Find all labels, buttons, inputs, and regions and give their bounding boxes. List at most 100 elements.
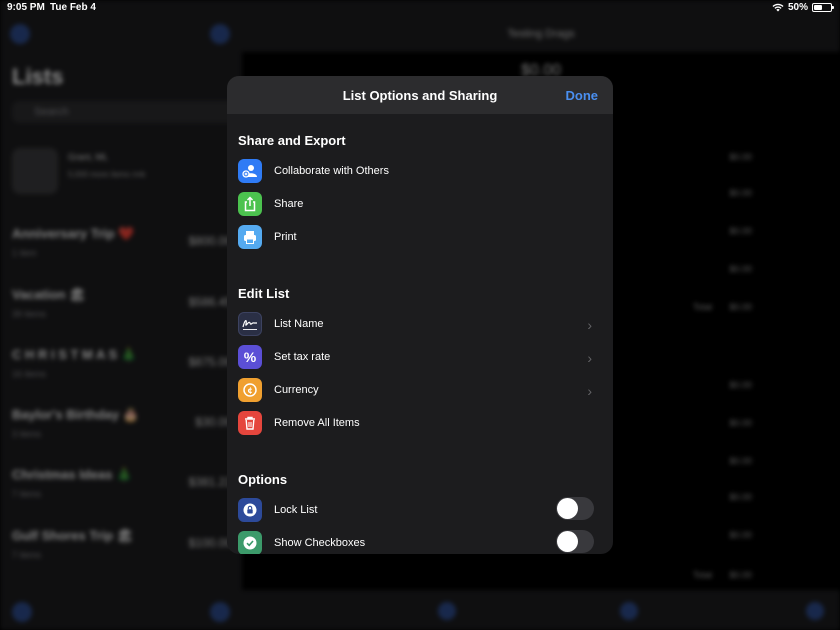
list-amount: $586.45 (188, 295, 232, 309)
toolbar-icon[interactable] (438, 602, 456, 620)
list-item[interactable]: Baylor's Birthday 🎂 3 items $30.00 (12, 405, 238, 455)
sidebar-search-input[interactable]: Search (12, 101, 236, 123)
wifi-icon (772, 3, 784, 12)
chevron-right-icon: › (587, 383, 592, 399)
section-edit-title: Edit List (238, 286, 290, 301)
checkmark-icon (238, 531, 262, 554)
status-time: 9:05 PM (7, 2, 45, 13)
chevron-right-icon: › (587, 350, 592, 366)
share-row[interactable]: Share (238, 191, 603, 217)
status-date: Tue Feb 4 (50, 2, 96, 13)
detail-bottom-bar (242, 590, 840, 630)
sidebar: Lists Search Grant, ML 5,000 more items … (0, 0, 242, 630)
list-count: 16 items (12, 369, 47, 379)
list-options-modal: List Options and Sharing Done Share and … (227, 76, 613, 554)
modal-header: List Options and Sharing Done (227, 76, 613, 114)
list-name: Anniversary Trip ❤️ (12, 226, 135, 241)
item-price: $0.00 (729, 418, 752, 428)
chevron-right-icon: › (587, 317, 592, 333)
item-price: $0.00 (729, 152, 752, 162)
list-count: 7 items (12, 550, 42, 560)
list-name-row[interactable]: List Name › (238, 311, 603, 337)
more-icon[interactable] (210, 24, 230, 44)
status-right: 50% (772, 2, 834, 13)
total-label: Total (692, 302, 712, 312)
item-price: $0.00 (729, 380, 752, 390)
list-count: 7 items (12, 489, 42, 499)
total-price: $0.00 (729, 302, 752, 312)
sort-icon[interactable] (12, 602, 32, 622)
currency-label: Currency (274, 384, 319, 396)
sidebar-title: Lists (12, 64, 64, 89)
battery-icon (812, 3, 834, 12)
add-list-icon[interactable] (210, 602, 230, 622)
modal-title: List Options and Sharing (342, 88, 498, 103)
profile-subtitle: 5,000 more items rmk (68, 170, 146, 179)
people-icon (238, 159, 262, 183)
lock-list-label: Lock List (274, 504, 318, 516)
percent-icon: % (238, 345, 262, 369)
collaborate-label: Collaborate with Others (274, 165, 389, 177)
profile-card[interactable]: Grant, ML 5,000 more items rmk (12, 148, 236, 200)
section-share-title: Share and Export (238, 133, 346, 148)
detail-title: Testing Drags (507, 28, 575, 40)
item-price: $0.00 (729, 264, 752, 274)
print-row[interactable]: Print (238, 224, 603, 250)
total-price: $0.00 (729, 570, 752, 580)
list-amount: $100.00 (188, 536, 232, 550)
remove-all-label: Remove All Items (274, 417, 360, 429)
share-label: Share (274, 198, 304, 210)
list-item[interactable]: C H R I S T M A S 🎄 16 items $875.00 (12, 345, 238, 395)
settings-icon[interactable] (10, 24, 30, 44)
remove-all-row[interactable]: Remove All Items (238, 410, 603, 436)
toolbar-icon[interactable] (806, 602, 824, 620)
list-name: C H R I S T M A S 🎄 (12, 347, 138, 362)
show-checkboxes-toggle[interactable] (556, 530, 594, 553)
list-name: Baylor's Birthday 🎂 (12, 407, 139, 422)
total-label: Total (692, 570, 712, 580)
currency-row[interactable]: ¢ Currency › (238, 377, 603, 403)
list-item[interactable]: Gulf Shores Trip 🏖 7 items $100.00 (12, 526, 238, 576)
list-item[interactable]: Anniversary Trip ❤️ 1 item $800.00 (12, 224, 238, 274)
signature-icon (238, 312, 262, 336)
status-bar: 9:05 PM Tue Feb 4 50% (0, 0, 840, 16)
tax-rate-row[interactable]: % Set tax rate › (238, 344, 603, 370)
list-amount: $800.00 (188, 234, 232, 248)
show-checkboxes-label: Show Checkboxes (274, 537, 366, 549)
list-name: Christmas Ideas 🎄 (12, 467, 133, 482)
list-name: Vacation 🏖 (12, 287, 86, 302)
done-button[interactable]: Done (566, 88, 599, 103)
item-price: $0.00 (729, 226, 752, 236)
coin-icon: ¢ (238, 378, 262, 402)
profile-name: Grant, ML (68, 152, 109, 162)
section-options-title: Options (238, 472, 288, 487)
collaborate-row[interactable]: Collaborate with Others (238, 158, 603, 184)
list-amount: $875.00 (188, 355, 232, 369)
lock-icon (238, 498, 262, 522)
lock-list-row: Lock List (238, 497, 603, 523)
printer-icon (238, 225, 262, 249)
trash-icon (238, 411, 262, 435)
tax-rate-label: Set tax rate (274, 351, 331, 363)
avatar (12, 148, 58, 194)
list-count: 39 items (12, 309, 47, 319)
list-count: 3 items (12, 429, 42, 439)
svg-text:¢: ¢ (247, 386, 253, 395)
item-price: $0.00 (729, 456, 752, 466)
list-item[interactable]: Vacation 🏖 39 items $586.45 (12, 285, 238, 335)
list-name-label: List Name (274, 318, 324, 330)
list-name: Gulf Shores Trip 🏖 (12, 528, 134, 543)
item-price: $0.00 (729, 492, 752, 502)
toolbar-icon[interactable] (620, 602, 638, 620)
item-price: $0.00 (729, 188, 752, 198)
toggle-knob (557, 531, 578, 552)
list-item[interactable]: Christmas Ideas 🎄 7 items $381.22 (12, 465, 238, 515)
list-count: 1 item (12, 248, 37, 258)
lock-list-toggle[interactable] (556, 497, 594, 520)
print-label: Print (274, 231, 297, 243)
toggle-knob (557, 498, 578, 519)
battery-percent: 50% (787, 2, 808, 13)
item-price: $0.00 (729, 530, 752, 540)
show-checkboxes-row: Show Checkboxes (238, 530, 603, 554)
list-amount: $381.22 (188, 475, 232, 489)
